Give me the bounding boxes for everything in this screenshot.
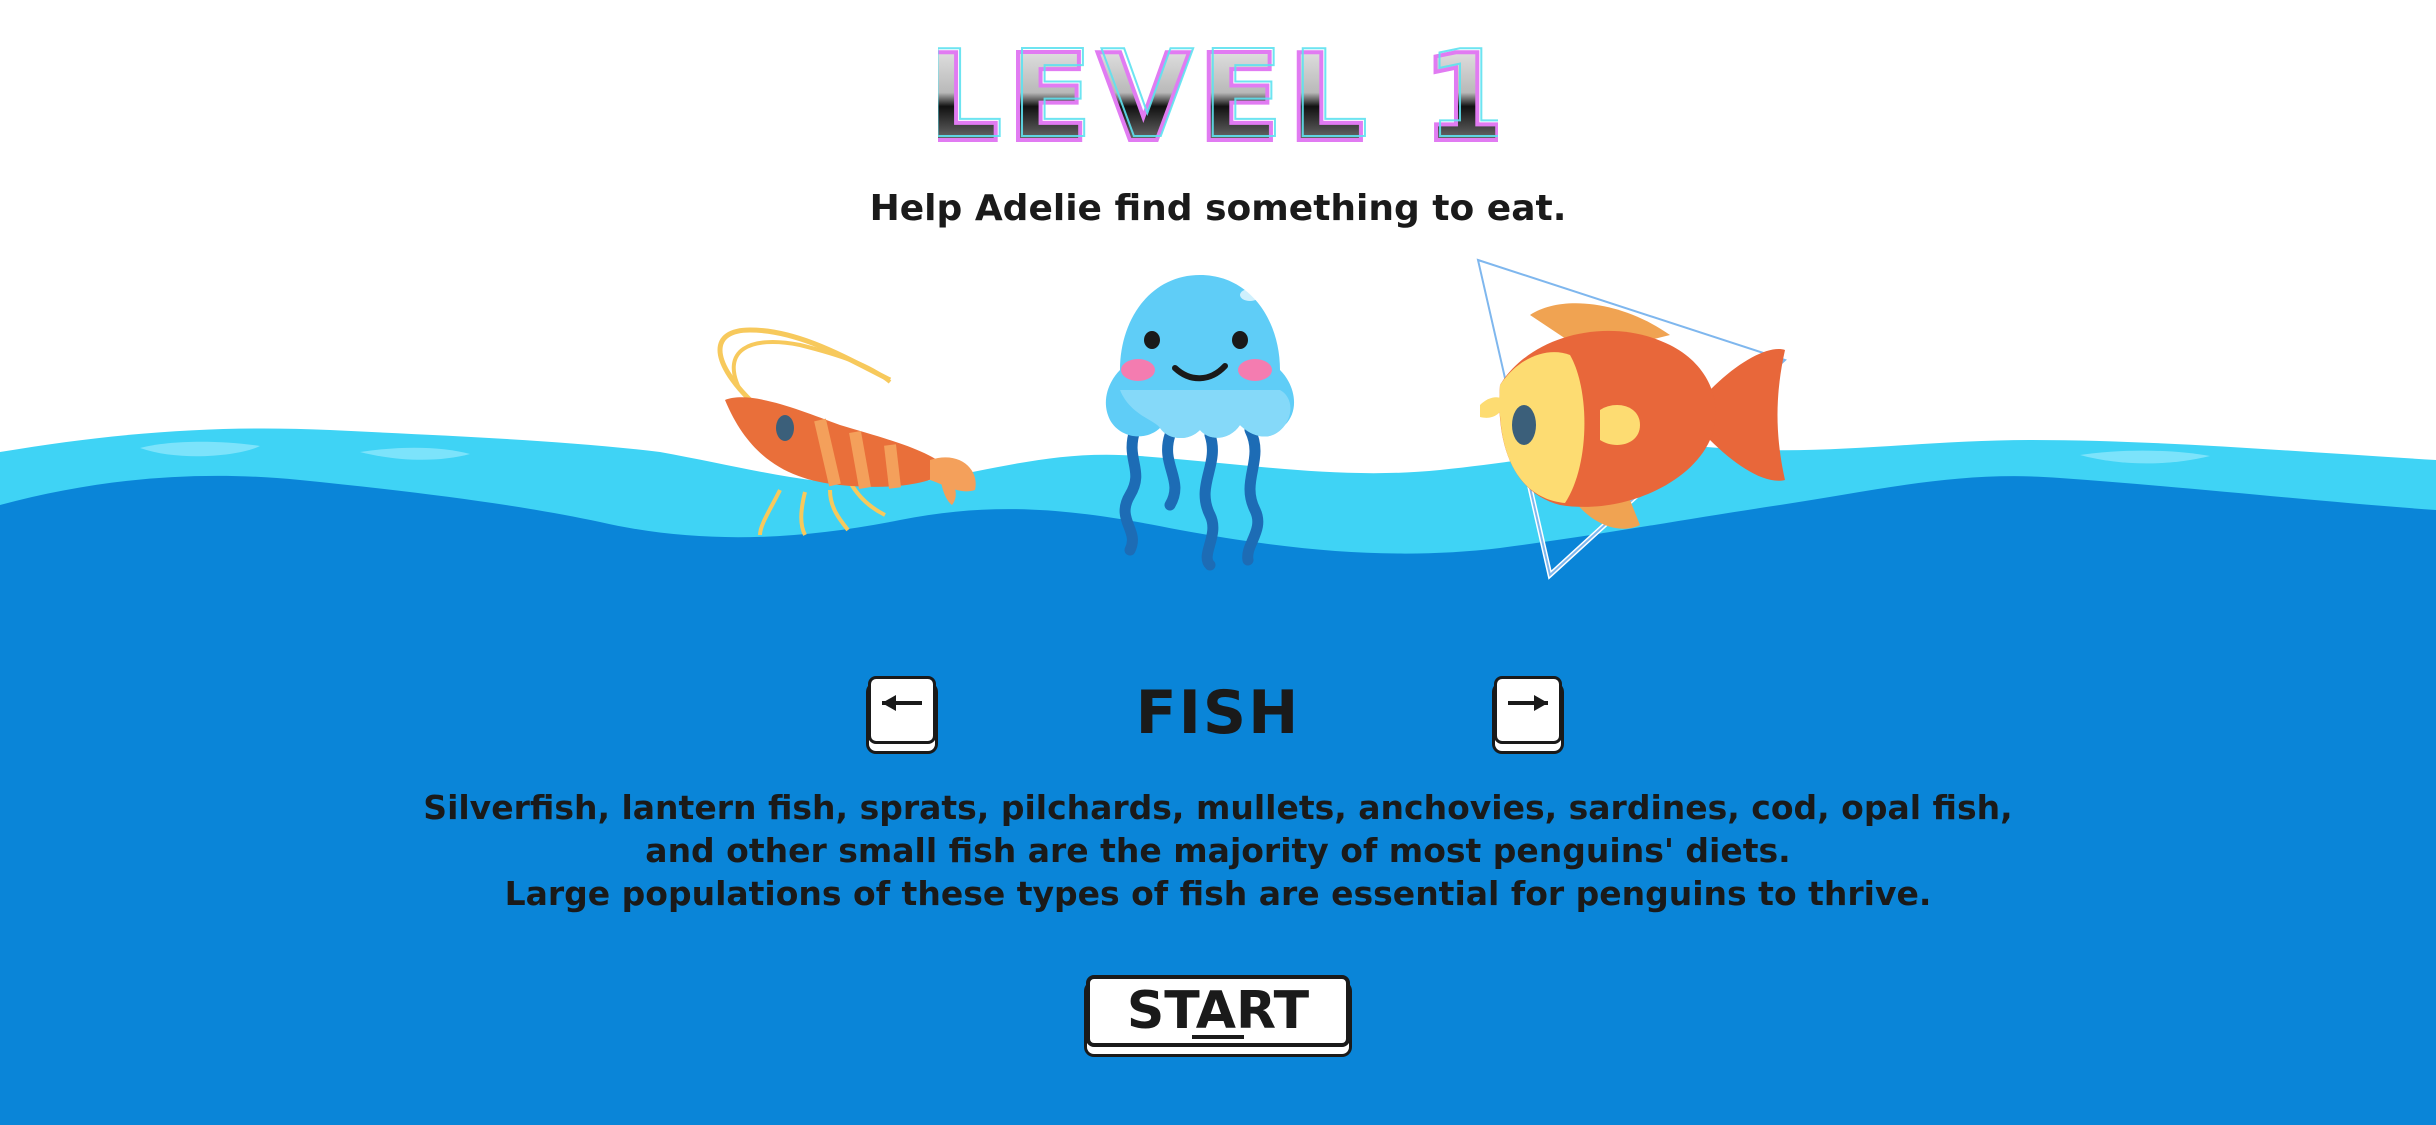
jellyfish-icon[interactable] [1100, 270, 1300, 580]
arrow-right-icon [1508, 695, 1548, 711]
shrimp-icon[interactable] [690, 320, 990, 550]
level-subtitle: Help Adelie find something to eat. [869, 188, 1567, 229]
level-title: LEVEL 1 LEVEL 1 [0, 30, 2436, 164]
next-button[interactable] [1494, 676, 1566, 756]
selection-label: FISH [1135, 678, 1301, 748]
creature-description: Silverfish, lantern fish, sprats, pilcha… [0, 786, 2436, 915]
level-title-glow: LEVEL 1 [938, 30, 1498, 160]
description-line: Silverfish, lantern fish, sprats, pilcha… [423, 788, 2013, 827]
start-hotkey-underline [1192, 1035, 1244, 1039]
description-line: and other small fish are the majority of… [645, 831, 1791, 870]
level-title-graphic: LEVEL 1 LEVEL 1 [938, 30, 1498, 160]
start-button[interactable]: START [1086, 975, 1350, 1055]
description-line: Large populations of these types of fish… [504, 874, 1932, 913]
fish-icon[interactable] [1440, 255, 1800, 585]
game-screen: LEVEL 1 LEVEL 1 Help Adelie find somethi… [0, 0, 2436, 1125]
